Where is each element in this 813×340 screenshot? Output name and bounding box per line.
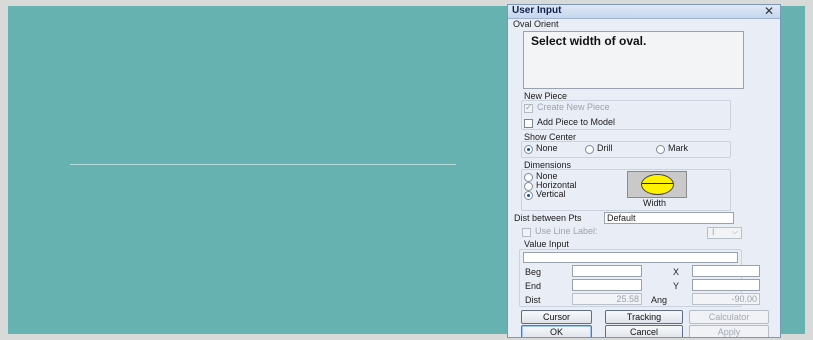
show-center-mark-radio[interactable] bbox=[656, 145, 665, 154]
value-input-title: Value Input bbox=[524, 239, 569, 249]
show-center-none-radio[interactable] bbox=[524, 145, 533, 154]
prompt-box: Select width of oval. bbox=[523, 31, 744, 89]
calculator-button[interactable]: Calculator bbox=[689, 310, 769, 324]
close-icon[interactable]: ✕ bbox=[764, 5, 774, 18]
title-bar: User Input ✕ bbox=[508, 5, 780, 19]
ang-label: Ang bbox=[651, 295, 668, 305]
add-piece-to-model-checkbox[interactable] bbox=[524, 119, 533, 128]
dist-field[interactable]: 25.58 bbox=[572, 293, 642, 305]
x-field[interactable] bbox=[692, 265, 760, 277]
dimensions-horizontal-radio[interactable] bbox=[524, 182, 533, 191]
cancel-button[interactable]: Cancel bbox=[605, 325, 683, 337]
cursor-button[interactable]: Cursor bbox=[521, 310, 592, 324]
use-line-label-checkbox[interactable] bbox=[522, 228, 531, 237]
beg-label: Beg bbox=[525, 267, 542, 277]
dimensions-vertical-radio[interactable] bbox=[524, 191, 533, 200]
dimensions-none-radio[interactable] bbox=[524, 173, 533, 182]
oval-preview bbox=[627, 171, 687, 198]
show-center-mark-label: Mark bbox=[668, 143, 688, 153]
dialog-title: User Input bbox=[512, 5, 562, 16]
dimensions-vertical-label: Vertical bbox=[536, 189, 566, 199]
create-new-piece-checkbox[interactable]: ✓ bbox=[524, 102, 533, 113]
apply-button[interactable]: Apply bbox=[689, 325, 769, 337]
y-label: Y bbox=[673, 281, 680, 291]
show-center-drill-radio[interactable] bbox=[585, 145, 594, 154]
y-field[interactable] bbox=[692, 279, 760, 291]
tracking-button[interactable]: Tracking bbox=[605, 310, 683, 324]
guide-line bbox=[70, 164, 456, 165]
dist-between-label: Dist between Pts bbox=[514, 213, 582, 223]
dist-label: Dist bbox=[525, 295, 541, 305]
show-center-none-label: None bbox=[536, 143, 558, 153]
ang-field[interactable]: -90.00 bbox=[692, 293, 760, 305]
line-label-dropdown-value: I bbox=[712, 227, 715, 237]
preview-caption: Width bbox=[643, 198, 667, 208]
prompt-label: Oval Orient bbox=[513, 19, 559, 29]
add-piece-to-model-label: Add Piece to Model bbox=[537, 117, 616, 127]
show-center-drill-label: Drill bbox=[597, 143, 613, 153]
beg-field[interactable] bbox=[572, 265, 642, 277]
width-axis bbox=[642, 183, 673, 184]
oval-shape bbox=[641, 174, 674, 195]
create-new-piece-label: Create New Piece bbox=[537, 102, 610, 112]
chevron-down-icon: ⌵ bbox=[731, 227, 738, 236]
value-input-field[interactable] bbox=[523, 252, 738, 263]
dist-between-field[interactable]: Default bbox=[604, 212, 734, 224]
ok-button[interactable]: OK bbox=[521, 325, 592, 337]
user-input-panel: User Input ✕ Oval Orient Select width of… bbox=[507, 4, 781, 338]
use-line-label-label: Use Line Label: bbox=[535, 226, 598, 236]
end-label: End bbox=[525, 281, 542, 291]
prompt-text: Select width of oval. bbox=[531, 34, 647, 48]
line-label-dropdown[interactable]: I ⌵ bbox=[707, 227, 742, 239]
end-field[interactable] bbox=[572, 279, 642, 291]
x-label: X bbox=[673, 267, 680, 277]
